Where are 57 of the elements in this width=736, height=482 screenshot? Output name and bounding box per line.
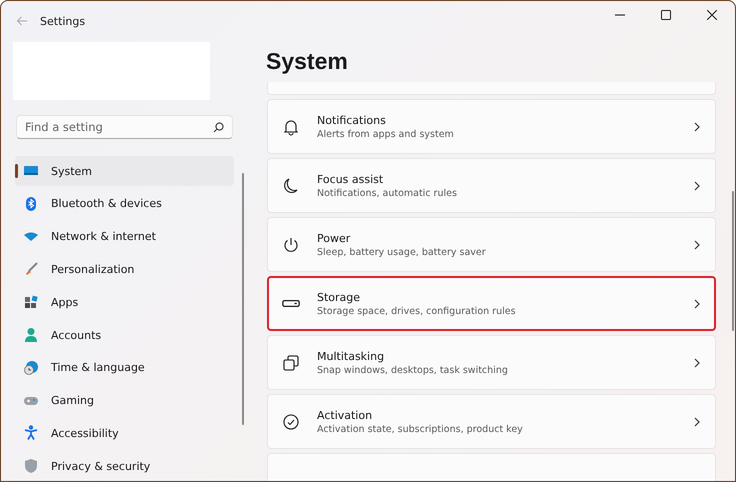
windows-icon <box>282 354 300 372</box>
sidebar-item[interactable]: Gaming <box>15 386 234 416</box>
sidebar-item[interactable]: System <box>15 156 234 186</box>
sidebar-item[interactable]: Accessibility <box>15 418 234 448</box>
card-title: Focus assist <box>317 172 384 186</box>
moon-icon <box>282 176 300 194</box>
bluetooth-icon <box>23 196 39 212</box>
sidebar-item[interactable]: Bluetooth & devices <box>15 189 234 219</box>
card-title: Activation <box>317 408 374 422</box>
chevron-icon <box>693 416 701 426</box>
search-icon <box>213 122 224 134</box>
card-title: Notifications <box>317 114 387 126</box>
card-subtitle: Snap windows, desktops, task switching <box>317 364 509 376</box>
scrollbar[interactable] <box>732 191 734 331</box>
chevron-icon <box>693 240 701 250</box>
card-subtitle: Sleep, battery usage, battery saver <box>317 246 487 258</box>
window-title: Settings <box>40 14 86 28</box>
apps-icon <box>23 294 39 310</box>
brush-icon <box>23 261 39 278</box>
accessibility-icon <box>23 425 39 442</box>
scrollbar[interactable] <box>242 173 244 425</box>
page-title: System <box>266 48 349 75</box>
power-icon <box>282 236 300 254</box>
chevron-icon <box>693 358 701 368</box>
card-subtitle: Notifications, automatic rules <box>317 188 458 198</box>
settings-card[interactable]: Focus assist Notifications, automatic rules <box>267 158 716 213</box>
card-title: Power <box>317 232 352 244</box>
person-icon <box>23 327 39 344</box>
search-field[interactable]: Find a setting <box>16 115 233 140</box>
bell-icon <box>282 118 300 136</box>
card-subtitle: Activation state, subscriptions, product key <box>317 424 524 434</box>
chevron-icon <box>693 298 701 308</box>
settings-card[interactable]: Notifications Alerts from apps and system <box>267 99 716 154</box>
sidebar-item[interactable]: Accounts <box>15 320 234 350</box>
settings-card[interactable]: Multitasking Snap windows, desktops, task switching <box>267 335 716 390</box>
minimize-icon <box>615 14 625 16</box>
sidebar-item[interactable]: Network & internet <box>15 222 234 252</box>
check-circle-icon <box>282 412 300 430</box>
close-icon <box>707 10 717 20</box>
sidebar-item[interactable]: Time & language <box>15 353 234 383</box>
maximize-icon <box>661 10 671 20</box>
card-title: Multitasking <box>317 350 386 362</box>
card-subtitle: Alerts from apps and system <box>317 128 455 140</box>
globe-clock-icon <box>23 360 39 376</box>
drive-icon <box>282 300 300 307</box>
back-arrow-icon[interactable] <box>16 16 28 26</box>
shield-icon <box>23 458 39 474</box>
card-subtitle: Storage space, drives, configuration rules <box>317 306 517 316</box>
settings-card[interactable]: Activation Activation state, subscriptions, product key <box>267 394 716 449</box>
sidebar-item[interactable]: Apps <box>15 288 234 318</box>
card-title: Storage <box>317 290 362 304</box>
settings-card[interactable]: Storage Storage space, drives, configuration rules <box>267 276 716 331</box>
chevron-icon <box>693 180 701 190</box>
sidebar-item[interactable]: Privacy & security <box>15 452 234 481</box>
settings-card[interactable]: Power Sleep, battery usage, battery saver <box>267 217 716 272</box>
chevron-icon <box>693 122 701 132</box>
sidebar-item[interactable]: Personalization <box>15 254 234 284</box>
